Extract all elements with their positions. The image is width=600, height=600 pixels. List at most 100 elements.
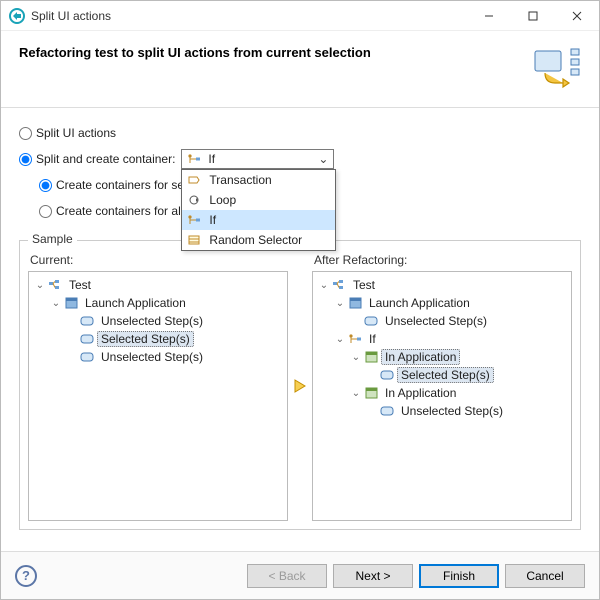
tree-node-unselected[interactable]: Unselected Step(s) [31,348,285,366]
step-icon [379,367,395,383]
button-label: Finish [443,569,475,583]
tree-node-unselected[interactable]: Unselected Step(s) [31,312,285,330]
button-label: < Back [268,569,305,583]
twisty-icon[interactable]: ⌄ [349,388,363,399]
radio-containers-all-input[interactable] [39,205,52,218]
tree-node-test[interactable]: ⌄ Test [315,276,569,294]
tree-node-launch[interactable]: ⌄ Launch Application [31,294,285,312]
step-icon [79,331,95,347]
help-button[interactable]: ? [15,565,37,587]
combo-selected-text: If [208,152,215,166]
after-column: After Refactoring: ⌄ Test ⌄ Launch Appli… [312,251,572,521]
dropdown-item-transaction[interactable]: Transaction [182,170,335,190]
radio-split-create-label: Split and create container: [36,152,175,166]
tree-node-label: In Application [381,349,460,365]
back-button: < Back [247,564,327,588]
help-icon: ? [22,568,30,583]
dropdown-item-if[interactable]: If [182,210,335,230]
tree-node-selected[interactable]: Selected Step(s) [315,366,569,384]
tree-node-label: Unselected Step(s) [97,313,207,329]
finish-button[interactable]: Finish [419,564,499,588]
in-application-icon [363,349,379,365]
button-label: Cancel [526,569,563,583]
dropdown-item-random-selector[interactable]: Random Selector [182,230,335,250]
maximize-button[interactable] [511,1,555,31]
after-label: After Refactoring: [314,253,572,267]
tree-node-label: If [365,331,380,347]
radio-containers-selection-input[interactable] [39,179,52,192]
random-selector-icon [186,232,202,248]
radio-split-only-label: Split UI actions [36,126,116,140]
dropdown-item-label: Random Selector [209,233,302,247]
step-icon [363,313,379,329]
tree-node-label: In Application [381,385,460,401]
if-icon [186,151,202,167]
radio-containers-selection-label: Create containers for sel [56,178,187,192]
radio-containers-all-label: Create containers for all [56,204,183,218]
twisty-icon[interactable]: ⌄ [349,352,363,363]
dropdown-item-label: Transaction [209,173,271,187]
container-type-combo[interactable]: If ⌄ Transaction Loop If [181,149,334,169]
step-icon [79,349,95,365]
minimize-button[interactable] [467,1,511,31]
close-button[interactable] [555,1,599,31]
window-title: Split UI actions [31,9,111,23]
if-icon [186,212,202,228]
current-label: Current: [30,253,288,267]
tree-node-selected[interactable]: Selected Step(s) [31,330,285,348]
tree-node-unselected[interactable]: Unselected Step(s) [315,402,569,420]
next-button[interactable]: Next > [333,564,413,588]
tree-node-label: Selected Step(s) [397,367,494,383]
twisty-icon[interactable]: ⌄ [49,298,63,309]
sample-legend: Sample [28,232,77,246]
tree-node-unselected[interactable]: Unselected Step(s) [315,312,569,330]
wizard-body: Split UI actions Split and create contai… [1,108,599,551]
tree-node-label: Unselected Step(s) [381,313,491,329]
tree-node-label: Selected Step(s) [97,331,194,347]
twisty-icon[interactable]: ⌄ [317,280,331,291]
tree-node-label: Unselected Step(s) [397,403,507,419]
wizard-header: Refactoring test to split UI actions fro… [1,31,599,108]
tree-node-test[interactable]: ⌄ Test [31,276,285,294]
step-icon [79,313,95,329]
twisty-icon[interactable]: ⌄ [33,280,47,291]
tree-node-label: Launch Application [81,295,190,311]
titlebar: Split UI actions [1,1,599,31]
container-type-dropdown: Transaction Loop If Random Selector [181,169,336,251]
wizard-heading: Refactoring test to split UI actions fro… [19,45,371,60]
wizard-footer: ? < Back Next > Finish Cancel [1,551,599,599]
loop-icon [186,192,202,208]
after-tree[interactable]: ⌄ Test ⌄ Launch Application Unselected S… [312,271,572,521]
current-column: Current: ⌄ Test ⌄ Launch Application [28,251,288,521]
tree-node-label: Unselected Step(s) [97,349,207,365]
tree-node-in-application[interactable]: ⌄ In Application [315,348,569,366]
radio-split-create[interactable]: Split and create container: [19,152,175,166]
tree-node-label: Test [65,277,95,293]
arrow-right-icon [293,378,307,394]
test-icon [331,277,347,293]
test-icon [47,277,63,293]
tree-node-in-application[interactable]: ⌄ In Application [315,384,569,402]
dropdown-item-label: Loop [209,193,236,207]
application-icon [63,295,79,311]
app-icon [9,8,25,24]
twisty-icon[interactable]: ⌄ [333,298,347,309]
wizard-hero-icon [533,45,581,93]
dialog-window: Split UI actions Refactoring test to spl… [0,0,600,600]
radio-split-only[interactable]: Split UI actions [19,122,581,144]
tree-node-launch[interactable]: ⌄ Launch Application [315,294,569,312]
button-label: Next > [355,569,390,583]
step-icon [379,403,395,419]
tree-node-if[interactable]: ⌄ If [315,330,569,348]
dropdown-item-label: If [209,213,216,227]
dropdown-item-loop[interactable]: Loop [182,190,335,210]
arrow-column [288,251,312,521]
radio-split-only-input[interactable] [19,127,32,140]
transaction-icon [186,172,202,188]
current-tree[interactable]: ⌄ Test ⌄ Launch Application Unselected S… [28,271,288,521]
tree-node-label: Launch Application [365,295,474,311]
cancel-button[interactable]: Cancel [505,564,585,588]
application-icon [347,295,363,311]
radio-split-create-input[interactable] [19,153,32,166]
twisty-icon[interactable]: ⌄ [333,334,347,345]
